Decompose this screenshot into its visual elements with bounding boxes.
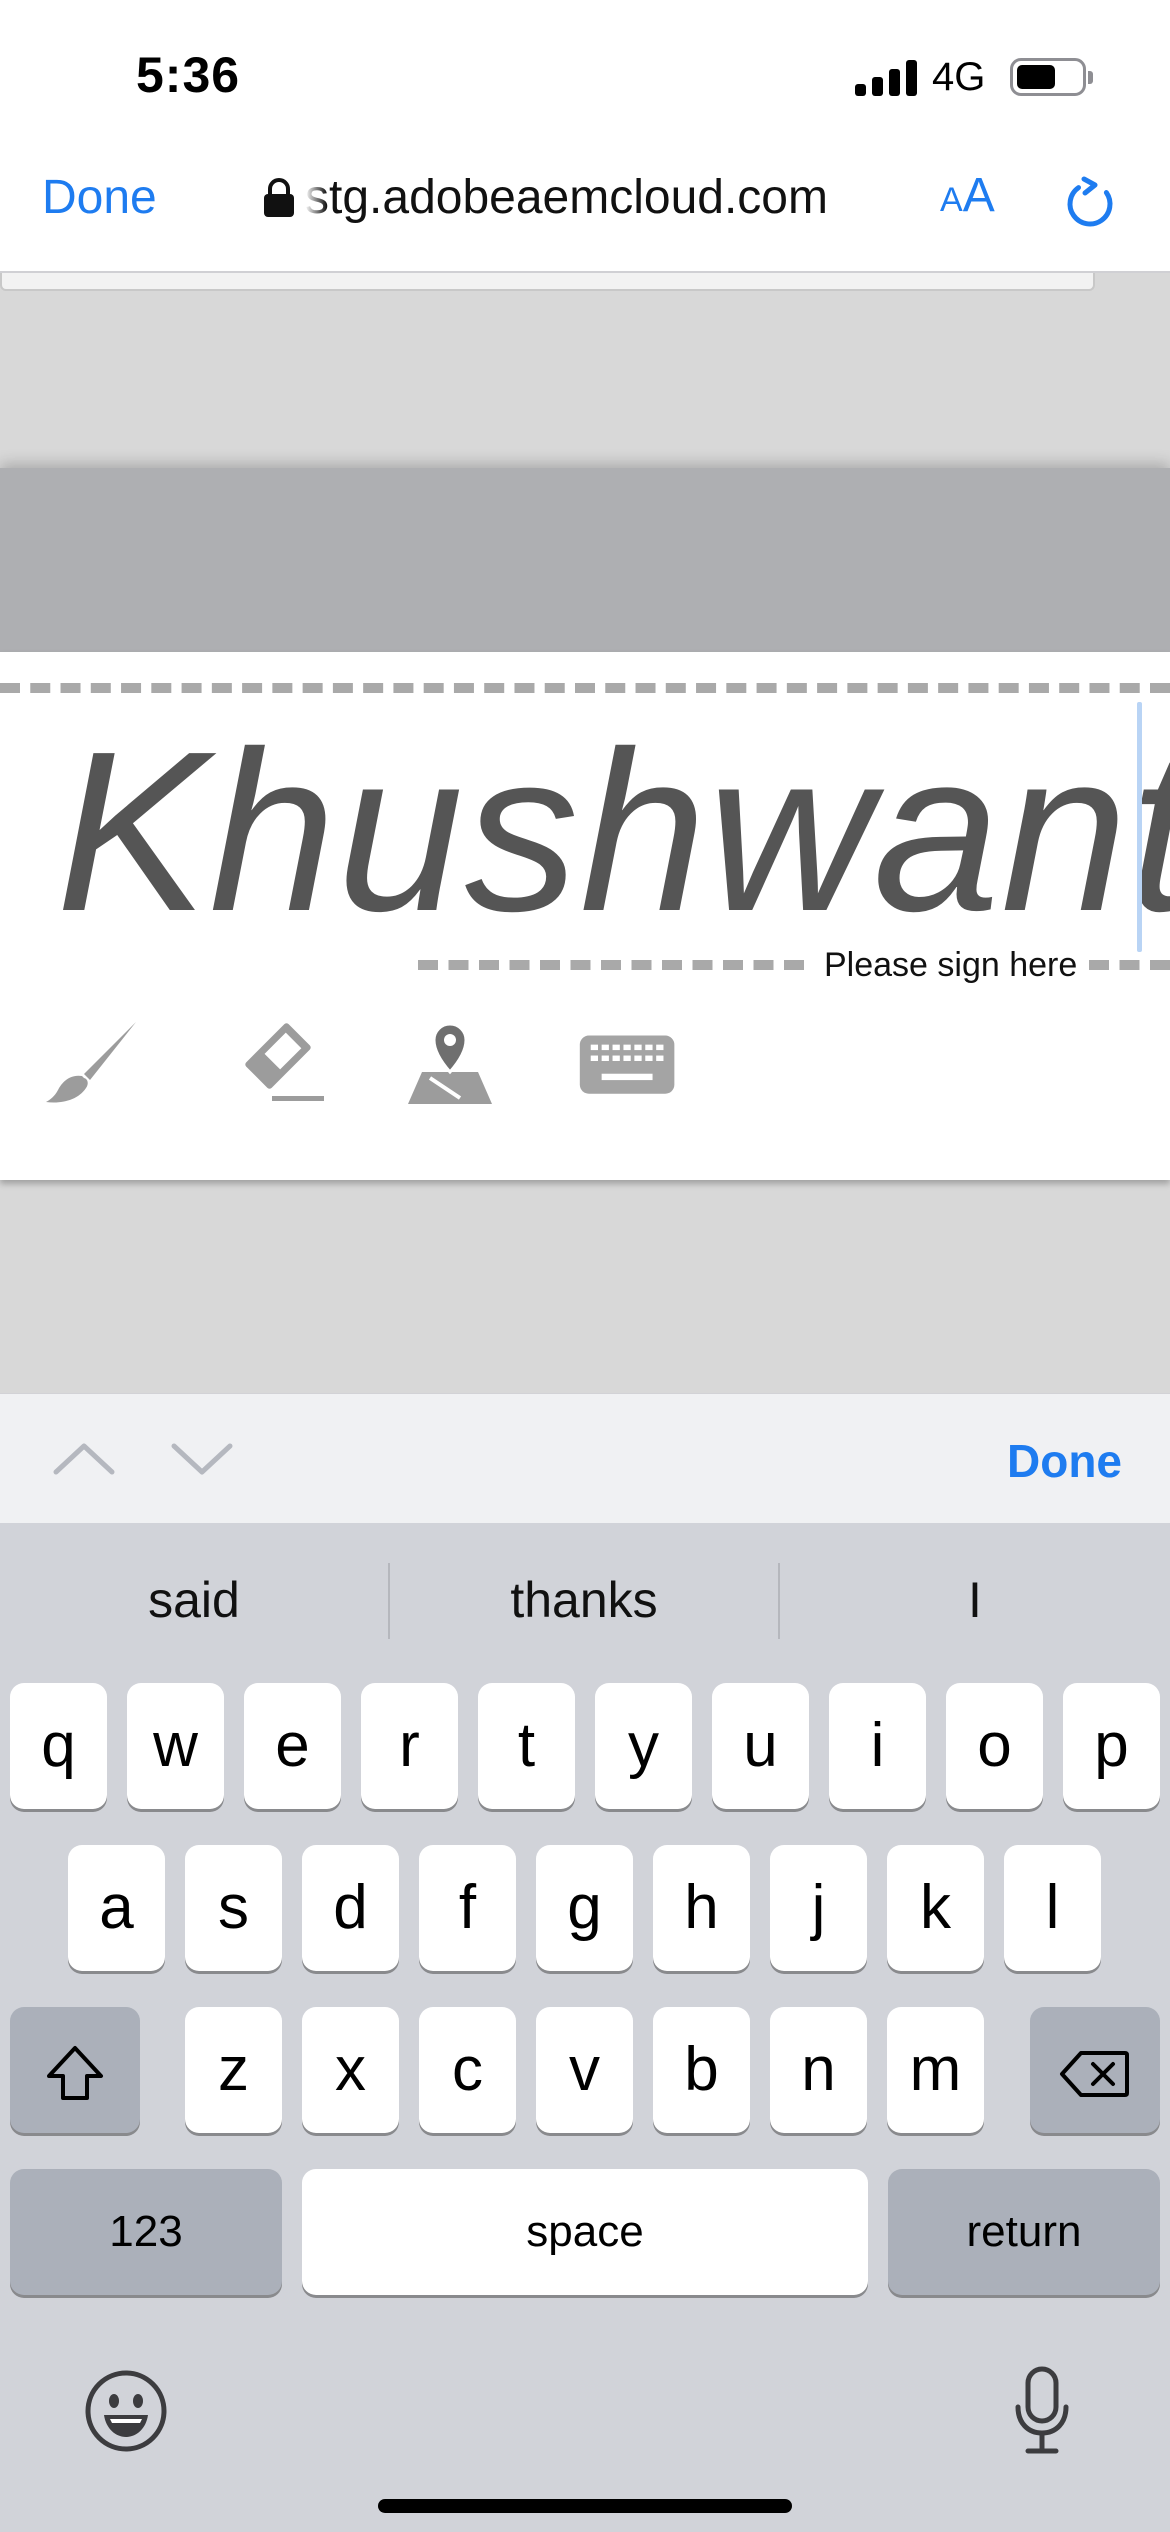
browser-toolbar: Done stg.adobeaemcloud.com AA	[0, 140, 1170, 273]
text-size-button[interactable]: AA	[940, 168, 995, 223]
battery-icon	[1010, 58, 1093, 96]
key-letter[interactable]: z	[185, 2007, 282, 2133]
key-letter[interactable]: q	[10, 1683, 107, 1809]
signature-top-border	[0, 683, 1170, 693]
keyboard-accessory-bar: Done	[0, 1393, 1170, 1523]
cellular-signal-icon	[855, 60, 917, 96]
lock-icon	[264, 178, 294, 217]
geolocation-icon[interactable]	[400, 1016, 500, 1106]
key-letter[interactable]: o	[946, 1683, 1043, 1809]
suggestion-item[interactable]: I	[780, 1523, 1170, 1678]
status-time: 5:36	[136, 47, 241, 103]
key-letter[interactable]: f	[419, 1845, 516, 1971]
key-letter[interactable]: l	[1004, 1845, 1101, 1971]
reload-icon[interactable]	[1062, 176, 1118, 232]
delete-icon	[1060, 2050, 1129, 2097]
key-letter[interactable]: r	[361, 1683, 458, 1809]
space-key[interactable]: space	[302, 2169, 868, 2295]
keyboard-done-button[interactable]: Done	[1007, 1434, 1122, 1488]
home-indicator	[378, 2499, 792, 2513]
key-letter[interactable]: k	[887, 1845, 984, 1971]
key-letter[interactable]: h	[653, 1845, 750, 1971]
key-letter[interactable]: s	[185, 1845, 282, 1971]
text-size-large: A	[962, 169, 995, 222]
shift-key[interactable]	[10, 2007, 140, 2133]
key-letter[interactable]: c	[419, 2007, 516, 2133]
key-letter[interactable]: g	[536, 1845, 633, 1971]
brush-icon[interactable]	[44, 1016, 144, 1106]
network-type: 4G	[932, 55, 986, 99]
shift-icon	[47, 2045, 103, 2100]
key-letter[interactable]: v	[536, 2007, 633, 2133]
key-letter[interactable]: j	[770, 1845, 867, 1971]
signature-dialog-header	[0, 468, 1170, 652]
browser-done-button[interactable]: Done	[42, 170, 157, 225]
keyboard: said thanks I q w e r t y u i o p a s d …	[0, 1523, 1170, 2532]
delete-key[interactable]	[1030, 2007, 1160, 2133]
page-card	[0, 273, 1095, 291]
key-letter[interactable]: y	[595, 1683, 692, 1809]
battery-level	[1017, 65, 1055, 89]
text-size-small: A	[940, 181, 963, 219]
key-letter[interactable]: w	[127, 1683, 224, 1809]
key-letter[interactable]: x	[302, 2007, 399, 2133]
key-letter[interactable]: b	[653, 2007, 750, 2133]
numbers-key[interactable]: 123	[10, 2169, 282, 2295]
url-field[interactable]: stg.adobeaemcloud.com	[305, 170, 900, 225]
key-letter[interactable]: m	[887, 2007, 984, 2133]
emoji-icon[interactable]	[84, 2369, 168, 2453]
suggestion-item[interactable]: thanks	[390, 1523, 778, 1678]
suggestion-item[interactable]: said	[0, 1523, 388, 1678]
text-cursor	[1137, 702, 1142, 952]
eraser-icon[interactable]	[228, 1016, 328, 1106]
key-letter[interactable]: t	[478, 1683, 575, 1809]
key-letter[interactable]: a	[68, 1845, 165, 1971]
microphone-icon[interactable]	[1012, 2365, 1072, 2457]
status-bar: 5:36 4G	[0, 0, 1170, 140]
key-letter[interactable]: p	[1063, 1683, 1160, 1809]
key-letter[interactable]: u	[712, 1683, 809, 1809]
typed-signature[interactable]: Khushwant	[56, 702, 1170, 963]
chevron-up-icon[interactable]	[52, 1434, 116, 1484]
predictive-bar: said thanks I	[0, 1523, 1170, 1678]
key-letter[interactable]: d	[302, 1845, 399, 1971]
sign-here-hint: Please sign here	[814, 946, 1088, 985]
chevron-down-icon[interactable]	[170, 1434, 234, 1484]
keyboard-icon[interactable]	[578, 1016, 678, 1106]
key-letter[interactable]: n	[770, 2007, 867, 2133]
return-key[interactable]: return	[888, 2169, 1160, 2295]
key-letter[interactable]: e	[244, 1683, 341, 1809]
key-letter[interactable]: i	[829, 1683, 926, 1809]
